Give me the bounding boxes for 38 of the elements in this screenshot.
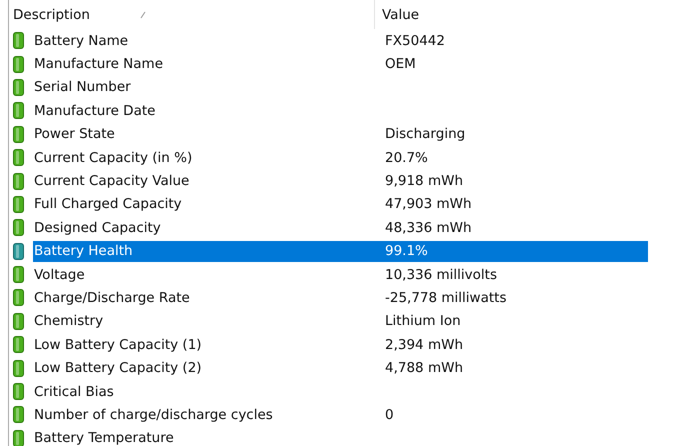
column-header[interactable]: Value bbox=[382, 6, 420, 22]
list-row[interactable]: Power State Discharging bbox=[33, 124, 648, 145]
battery-icon bbox=[13, 360, 24, 377]
battery-icon bbox=[13, 219, 24, 236]
list-row[interactable]: Battery Temperature bbox=[33, 428, 648, 446]
list-row[interactable]: Number of charge/discharge cycles 0 bbox=[33, 404, 648, 426]
list-row[interactable]: Designed Capacity 48,336 mWh bbox=[33, 217, 648, 238]
battery-icon bbox=[13, 149, 24, 166]
battery-icon bbox=[13, 172, 24, 190]
column-header[interactable]: Description bbox=[13, 6, 90, 22]
battery-icon bbox=[13, 406, 24, 424]
battery-icon bbox=[13, 289, 24, 306]
list-row[interactable]: Current Capacity (in %) 20.7% bbox=[33, 147, 648, 168]
list-row[interactable]: Manufacture Name OEM bbox=[33, 54, 648, 75]
battery-icon bbox=[13, 32, 24, 50]
list-row[interactable]: Manufacture Date bbox=[33, 100, 648, 122]
battery-icon bbox=[13, 102, 24, 120]
sort-indicator-icon bbox=[140, 10, 146, 18]
battery-icon bbox=[13, 336, 24, 354]
list-row[interactable]: Chemistry Lithium Ion bbox=[33, 310, 648, 332]
battery-icon bbox=[13, 242, 24, 260]
battery-icon bbox=[13, 126, 24, 143]
battery-icon bbox=[13, 56, 24, 73]
list-row[interactable]: Battery Name FX50442 bbox=[33, 30, 648, 52]
list-row[interactable]: Current Capacity Value 9,918 mWh bbox=[33, 170, 648, 192]
battery-icon bbox=[13, 266, 24, 284]
list-row[interactable]: Battery Health 99.1% bbox=[33, 240, 648, 262]
battery-icon bbox=[13, 196, 24, 213]
battery-icon bbox=[13, 78, 24, 96]
list-row[interactable]: Full Charged Capacity 47,903 mWh bbox=[33, 194, 648, 215]
list-row[interactable]: Voltage 10,336 millivolts bbox=[33, 264, 648, 286]
list-row[interactable]: Serial Number bbox=[33, 76, 648, 98]
list-row[interactable]: Charge/Discharge Rate -25,778 milliwatts bbox=[33, 287, 648, 308]
battery-icon bbox=[13, 383, 24, 400]
list-row[interactable]: Low Battery Capacity (1) 2,394 mWh bbox=[33, 334, 648, 356]
list-row[interactable]: Low Battery Capacity (2) 4,788 mWh bbox=[33, 358, 648, 379]
battery-icon bbox=[13, 312, 24, 330]
list-row[interactable]: Critical Bias bbox=[33, 381, 648, 402]
